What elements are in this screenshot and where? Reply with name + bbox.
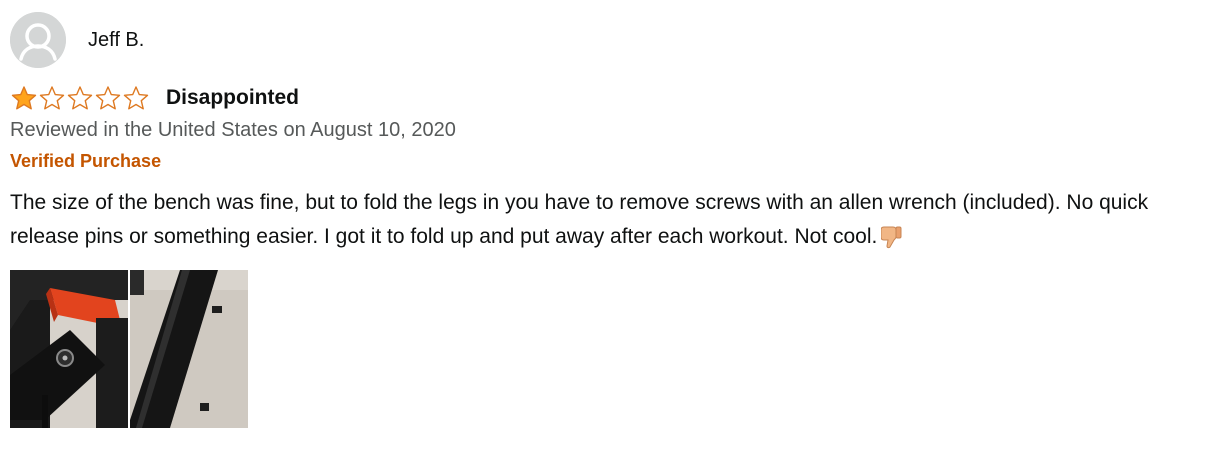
avatar[interactable] [10, 12, 66, 68]
thumbs-down-icon [881, 226, 902, 249]
review-body: The size of the bench was fine, but to f… [10, 186, 1210, 254]
star-filled-icon [11, 86, 37, 110]
review-image-1[interactable] [10, 270, 128, 428]
review-title[interactable]: Disappointed [166, 86, 299, 110]
star-rating[interactable] [10, 85, 150, 111]
review-body-text: The size of the bench was fine, but to f… [10, 191, 1149, 248]
review-date: Reviewed in the United States on August … [10, 119, 456, 141]
customer-review: Jeff B. Disappointed Reviewed in the Uni… [10, 12, 1210, 428]
reviewer-name[interactable]: Jeff B. [88, 29, 144, 52]
review-header: Disappointed [10, 85, 1210, 111]
reviewer-profile[interactable]: Jeff B. [10, 12, 1210, 68]
star-empty-icon [95, 86, 121, 110]
star-empty-icon [123, 86, 149, 110]
verified-purchase-badge[interactable]: Verified Purchase [10, 151, 1210, 172]
review-images [10, 270, 1210, 428]
person-silhouette-icon [10, 12, 66, 68]
star-empty-icon [39, 86, 65, 110]
review-image-2[interactable] [130, 270, 248, 428]
star-empty-icon [67, 86, 93, 110]
